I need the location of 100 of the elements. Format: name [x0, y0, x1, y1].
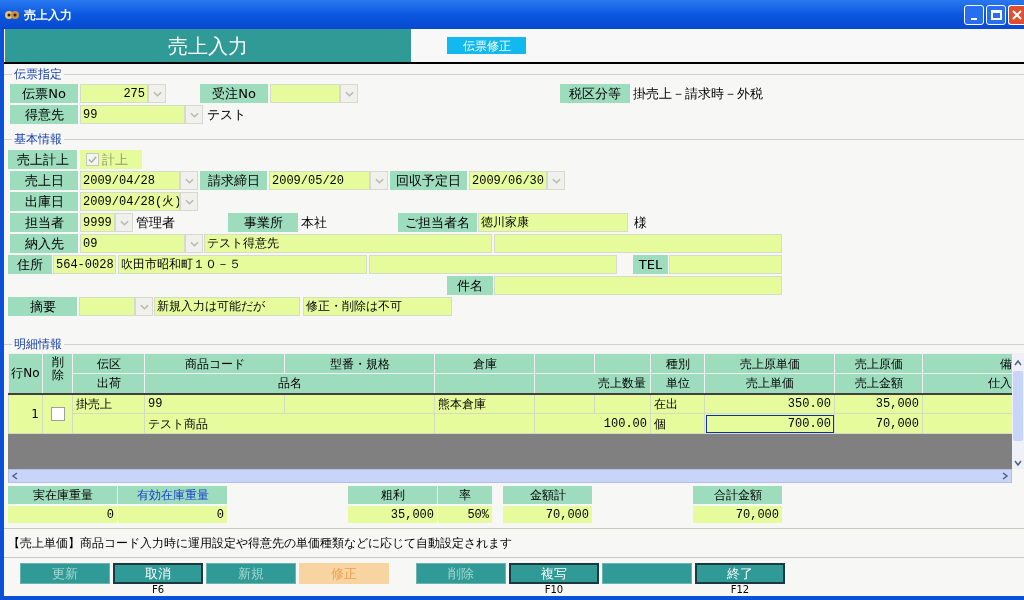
field-label: 売上日 — [10, 171, 78, 190]
dropdown-button[interactable] — [148, 84, 166, 103]
input-field[interactable]: 275 — [80, 84, 148, 103]
dropdown-button[interactable] — [180, 192, 198, 211]
column-header: 行No — [8, 353, 43, 394]
total-field: 35,000 — [348, 506, 438, 523]
chevron-down-icon — [344, 90, 354, 97]
check-icon — [88, 155, 97, 164]
checkbox-label: 計上 — [102, 150, 128, 169]
mode-badge: 伝票修正 — [447, 37, 526, 54]
field-label: 金額計 — [503, 486, 593, 504]
shortcut-key: F10 — [544, 584, 564, 596]
total-field: 0 — [8, 506, 118, 523]
total-field: 50% — [438, 506, 493, 523]
column-header: 種別 — [650, 353, 705, 374]
chevron-down-icon — [152, 90, 162, 97]
input-field[interactable]: 2009/06/30 — [469, 171, 547, 190]
close-button[interactable] — [1008, 4, 1024, 25]
section-legend: 基本情報 — [12, 132, 64, 146]
input-field[interactable]: 09 — [80, 234, 185, 253]
input-field[interactable]: 2009/05/20 — [269, 171, 370, 190]
field-label: 率 — [438, 486, 493, 504]
minimize-button[interactable] — [964, 4, 984, 25]
dropdown-button[interactable] — [185, 105, 203, 124]
chevron-down-icon — [374, 177, 384, 184]
dropdown-button[interactable] — [135, 297, 153, 316]
dropdown-button[interactable] — [115, 213, 133, 232]
section-legend: 明細情報 — [12, 337, 64, 351]
field-label: 得意先 — [10, 105, 78, 124]
chevron-down-icon — [139, 303, 149, 310]
dropdown-button[interactable] — [185, 234, 203, 253]
input-field[interactable] — [369, 255, 617, 274]
input-field[interactable]: 徳川家康 — [478, 213, 628, 232]
field-text: テスト — [207, 105, 246, 124]
column-header: 型番・規格 — [284, 353, 435, 374]
dropdown-button[interactable] — [547, 171, 565, 190]
column-header: 売上原価 — [834, 353, 923, 374]
input-field[interactable]: 吹田市昭和町１０－５ — [118, 255, 367, 274]
field-text: 本社 — [300, 213, 328, 232]
field-label: 伝票No — [10, 84, 78, 103]
field-label: 受注No — [200, 84, 268, 103]
input-field[interactable]: 2009/04/28 — [80, 171, 180, 190]
field-label: 請求締日 — [200, 171, 267, 190]
column-header: 倉庫 — [434, 353, 535, 374]
input-field[interactable]: 修正・削除は不可 — [303, 297, 452, 316]
total-field: 70,000 — [503, 506, 593, 523]
screen-title: 売上入力 — [5, 29, 411, 62]
field-label: 件名 — [447, 276, 493, 295]
dropdown-button[interactable] — [180, 171, 198, 190]
function-button[interactable] — [602, 563, 692, 584]
link[interactable]: 有効在庫重量 — [118, 486, 228, 504]
input-field[interactable]: 99 — [80, 105, 185, 124]
vertical-scrollbar[interactable] — [1012, 353, 1024, 469]
chevron-down-icon — [184, 198, 194, 205]
chevron-down-icon — [119, 219, 129, 226]
horizontal-scrollbar[interactable] — [8, 469, 1012, 483]
dropdown-button[interactable] — [340, 84, 358, 103]
field-label: 住所 — [8, 255, 52, 274]
scroll-thumb[interactable] — [1013, 371, 1023, 441]
field-label: 納入先 — [10, 234, 78, 253]
input-field[interactable] — [270, 84, 340, 103]
field-label: ご担当者名 — [398, 213, 477, 232]
dropdown-button[interactable] — [370, 171, 388, 190]
field-label: 税区分等 — [560, 84, 630, 103]
section-legend: 伝票指定 — [12, 67, 64, 81]
shortcut-key: F12 — [730, 584, 750, 596]
input-field[interactable]: 564-0028 — [53, 255, 116, 274]
checkbox[interactable] — [50, 407, 65, 422]
input-field[interactable] — [669, 255, 782, 274]
maximize-button[interactable] — [986, 4, 1006, 25]
field-label: TEL — [633, 255, 668, 274]
hint-text: 【売上単価】商品コード入力時に運用設定や得意先の単価種類などに応じて自動設定されます — [8, 535, 512, 552]
field-label: 合計金額 — [693, 486, 783, 504]
column-header: 売上原単価 — [704, 353, 835, 374]
field-text: 掛売上－請求時－外税 — [633, 84, 763, 103]
input-field[interactable]: 9999 — [80, 213, 115, 232]
chevron-down-icon — [551, 177, 561, 184]
column-header: 伝区 — [72, 353, 145, 374]
column-header: 商品コード — [144, 353, 285, 374]
input-field[interactable]: 新規入力は可能だが — [154, 297, 300, 316]
input-field[interactable] — [494, 276, 782, 295]
column-header: 削除 — [51, 356, 64, 383]
field-label: 実在庫重量 — [8, 486, 118, 504]
window-title: 売上入力 — [24, 6, 72, 24]
input-field[interactable] — [494, 234, 782, 253]
field-text: 管理者 — [135, 213, 176, 232]
field-label: 担当者 — [10, 213, 78, 232]
field-label: 出庫日 — [10, 192, 78, 211]
shortcut-key: F6 — [151, 584, 165, 596]
input-field[interactable]: テスト得意先 — [204, 234, 492, 253]
chevron-down-icon — [189, 240, 199, 247]
field-label: 粗利 — [348, 486, 438, 504]
input-field[interactable] — [79, 297, 135, 316]
chevron-down-icon — [189, 111, 199, 118]
column-header: 備 — [922, 353, 1013, 374]
total-field: 0 — [118, 506, 228, 523]
row-number: 1 — [8, 393, 43, 434]
field-label: 回収予定日 — [390, 171, 467, 190]
close-icon — [1011, 9, 1022, 20]
input-field[interactable]: 2009/04/28(火) — [80, 192, 180, 211]
